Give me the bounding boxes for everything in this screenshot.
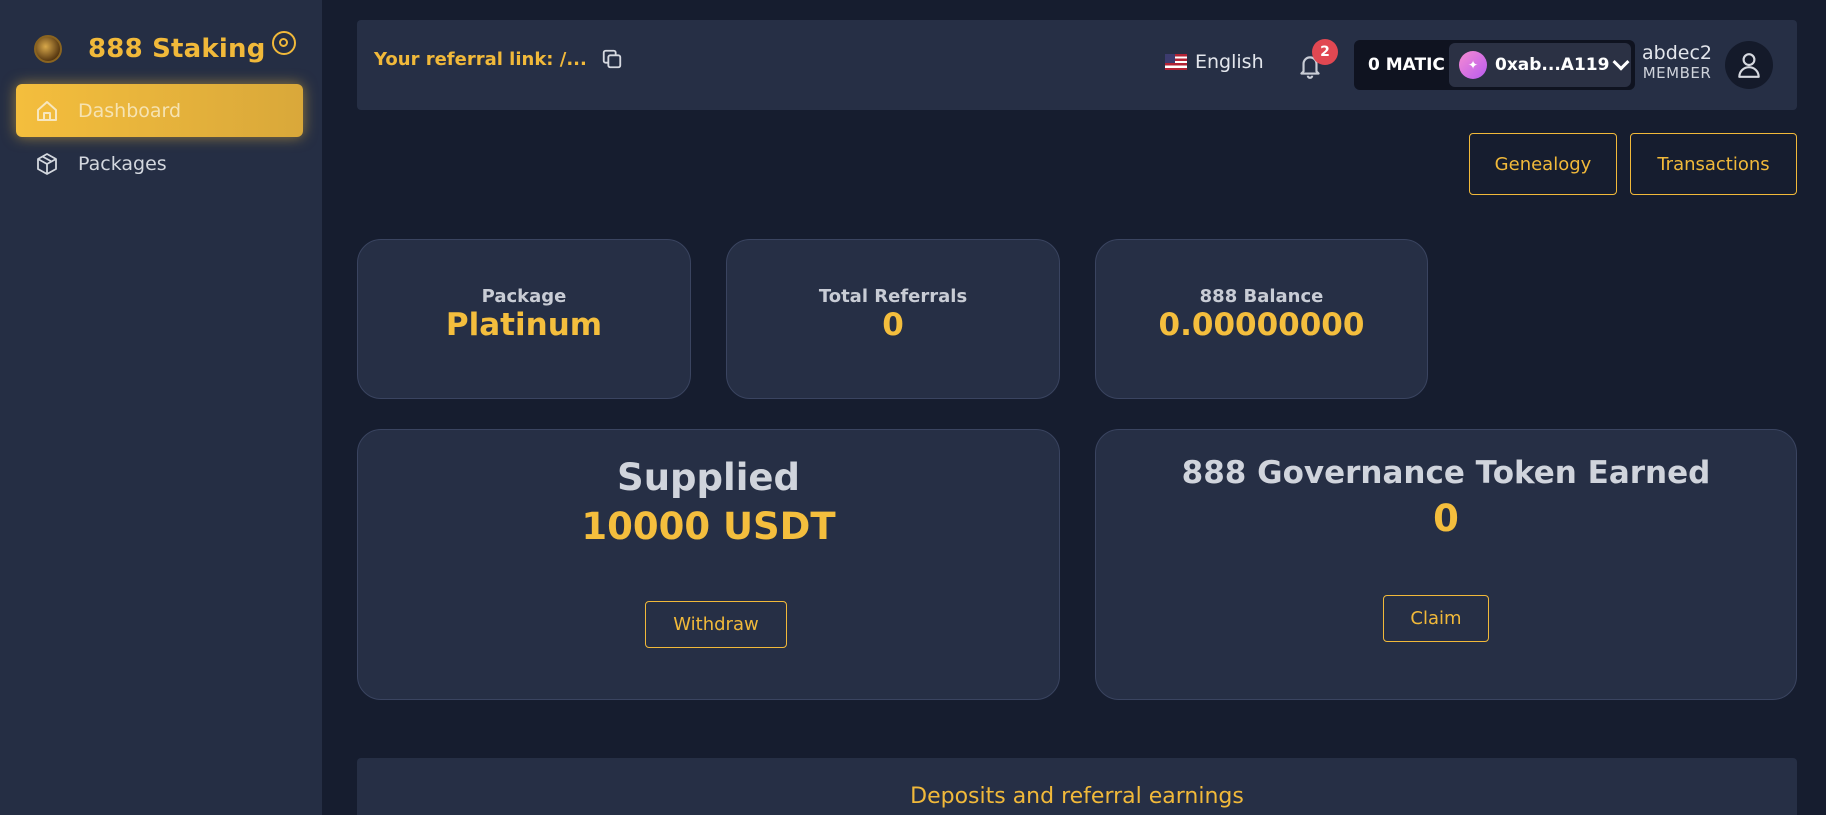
app-title: 888 Staking bbox=[88, 34, 266, 64]
avatar[interactable] bbox=[1725, 41, 1773, 89]
balance-display: 0 MATIC bbox=[1368, 55, 1445, 75]
copy-icon[interactable] bbox=[601, 48, 623, 70]
governance-title: 888 Governance Token Earned bbox=[1181, 455, 1711, 491]
username: abdec2 bbox=[1642, 42, 1712, 64]
genealogy-button[interactable]: Genealogy bbox=[1469, 133, 1617, 195]
total-referrals-card: Total Referrals 0 bbox=[726, 239, 1060, 399]
stat-label: Total Referrals bbox=[818, 286, 968, 307]
brand[interactable]: 888 Staking bbox=[34, 34, 266, 64]
transactions-button[interactable]: Transactions bbox=[1630, 133, 1797, 195]
notification-badge: 2 bbox=[1312, 39, 1338, 65]
user-role: MEMBER bbox=[1642, 64, 1712, 82]
deposits-title: Deposits and referral earnings bbox=[910, 784, 1244, 809]
language-selector[interactable]: English bbox=[1165, 51, 1264, 73]
top-bar: Your referral link: /... English 2 0 MAT… bbox=[357, 20, 1797, 110]
home-icon bbox=[34, 98, 60, 124]
governance-card: 888 Governance Token Earned 0 Claim bbox=[1095, 429, 1797, 700]
sidebar-item-label: Dashboard bbox=[78, 99, 182, 122]
claim-button[interactable]: Claim bbox=[1383, 595, 1489, 642]
referral-label: Your referral link: /... bbox=[374, 48, 587, 70]
stat-value: 0.00000000 bbox=[1158, 307, 1365, 343]
account-avatar-icon: ✦ bbox=[1459, 51, 1487, 79]
supplied-card: Supplied 10000 USDT Withdraw bbox=[357, 429, 1060, 700]
withdraw-button[interactable]: Withdraw bbox=[645, 601, 787, 648]
account-dropdown[interactable]: ✦ 0xab...A119 bbox=[1449, 43, 1631, 87]
us-flag-icon bbox=[1165, 54, 1187, 70]
user-info[interactable]: abdec2 MEMBER bbox=[1642, 42, 1712, 82]
chevron-down-icon bbox=[1612, 53, 1630, 71]
balance-card: 888 Balance 0.00000000 bbox=[1095, 239, 1428, 399]
package-card: Package Platinum bbox=[357, 239, 691, 399]
language-label: English bbox=[1195, 51, 1264, 73]
supplied-value: 10000 USDT bbox=[581, 505, 836, 548]
stat-value: Platinum bbox=[445, 307, 603, 343]
sidebar-item-label: Packages bbox=[78, 152, 167, 175]
sidebar-item-dashboard[interactable]: Dashboard bbox=[16, 84, 303, 137]
stat-label: Package bbox=[481, 286, 567, 307]
sidebar-item-packages[interactable]: Packages bbox=[16, 137, 303, 190]
stat-label: 888 Balance bbox=[1199, 286, 1324, 307]
target-icon[interactable] bbox=[272, 31, 296, 55]
account-address: 0xab...A119 bbox=[1495, 55, 1610, 75]
logo-icon bbox=[34, 35, 62, 63]
referral-link: Your referral link: /... bbox=[374, 48, 623, 70]
governance-value: 0 bbox=[1433, 497, 1459, 540]
supplied-title: Supplied bbox=[617, 456, 800, 499]
wallet-widget[interactable]: 0 MATIC ✦ 0xab...A119 bbox=[1354, 40, 1635, 90]
stat-value: 0 bbox=[882, 307, 904, 343]
package-icon bbox=[34, 151, 60, 177]
sidebar: 888 Staking Dashboard Packages bbox=[0, 0, 322, 815]
deposits-panel: Deposits and referral earnings bbox=[357, 758, 1797, 815]
